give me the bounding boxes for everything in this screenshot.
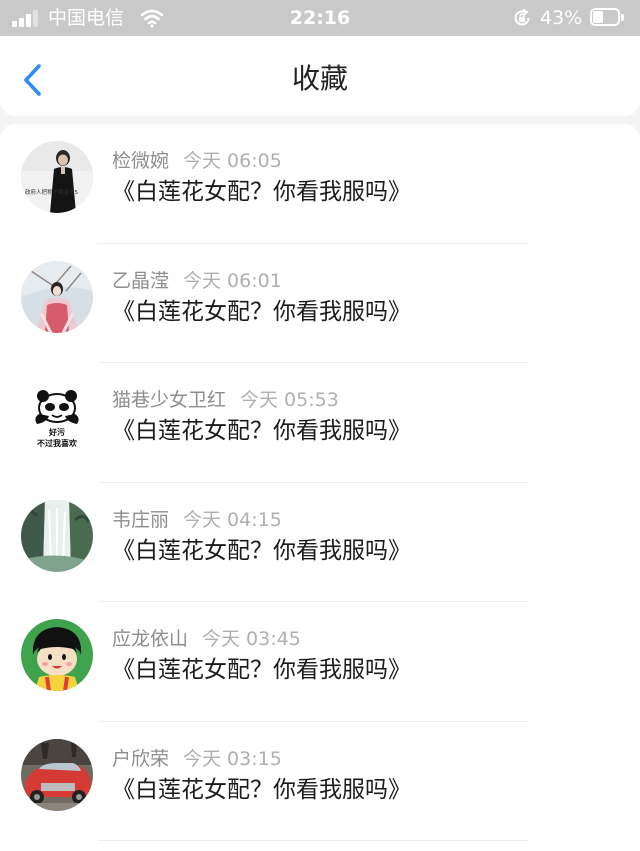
- item-meta: 乙晶滢 今天 06:01: [112, 268, 282, 294]
- divider: [98, 840, 528, 841]
- avatar[interactable]: [21, 619, 93, 691]
- rotation-lock-icon: [514, 8, 530, 26]
- avatar[interactable]: 政府人把称不晚金过5: [21, 141, 93, 213]
- list-item[interactable]: 应龙依山 今天 03:45 《白莲花女配？你看我服吗》: [0, 602, 640, 722]
- battery-percent: 43%: [540, 7, 583, 29]
- item-title[interactable]: 《白莲花女配？你看我服吗》: [112, 775, 411, 805]
- timestamp: 今天 06:05: [183, 150, 282, 172]
- timestamp: 今天 03:15: [183, 747, 282, 770]
- username: 检微婉: [112, 150, 170, 172]
- username: 韦庄丽: [112, 508, 170, 531]
- battery-icon: [590, 8, 626, 28]
- item-title[interactable]: 《白莲花女配？你看我服吗》: [112, 655, 411, 685]
- list-item[interactable]: 乙晶滢 今天 06:01 《白莲花女配？你看我服吗》: [0, 244, 640, 363]
- avatar[interactable]: [21, 260, 93, 333]
- username: 乙晶滢: [112, 269, 170, 292]
- battery-level-fill: [593, 11, 604, 23]
- list-item[interactable]: 政府人把称不晚金过5 检微婉 今天 06:05 《白莲花女配？你看我服吗》: [0, 124, 640, 244]
- username: 户欣荣: [112, 747, 170, 770]
- avatar[interactable]: 好污 不过我喜欢: [21, 380, 93, 452]
- item-meta: 韦庄丽 今天 04:15: [112, 507, 282, 533]
- nav-bar: 收藏: [0, 36, 640, 116]
- item-title[interactable]: 《白莲花女配？你看我服吗》: [112, 536, 411, 566]
- username: 猫巷少女卫红: [112, 389, 227, 411]
- timestamp: 今天 03:45: [202, 628, 301, 650]
- timestamp: 今天 05:53: [240, 389, 339, 411]
- item-title[interactable]: 《白莲花女配？你看我服吗》: [112, 177, 411, 207]
- avatar-caption: 政府人把称不晚金过5: [25, 188, 79, 196]
- avatar[interactable]: [21, 499, 93, 572]
- avatar[interactable]: [21, 738, 93, 811]
- avatar-caption: 不过我喜欢: [37, 438, 78, 448]
- timestamp: 今天 06:01: [183, 269, 282, 292]
- item-title[interactable]: 《白莲花女配？你看我服吗》: [112, 297, 411, 327]
- item-meta: 户欣荣 今天 03:15: [112, 746, 282, 772]
- timestamp: 今天 04:15: [183, 508, 282, 531]
- page-title: 收藏: [291, 62, 348, 95]
- username: 应龙依山: [112, 628, 189, 650]
- status-bar: 中国电信 22:16 43%: [0, 0, 640, 36]
- item-title[interactable]: 《白莲花女配？你看我服吗》: [112, 416, 411, 446]
- favorites-list: 政府人把称不晚金过5 检微婉 今天 06:05 《白莲花女配？你看我服吗》 乙晶滢…: [0, 124, 640, 851]
- list-item[interactable]: 韦庄丽 今天 04:15 《白莲花女配？你看我服吗》: [0, 483, 640, 602]
- list-item[interactable]: 户欣荣 今天 03:15 《白莲花女配？你看我服吗》: [0, 722, 640, 841]
- item-meta: 猫巷少女卫红 今天 05:53: [112, 387, 339, 413]
- item-meta: 检微婉 今天 06:05: [112, 148, 282, 174]
- item-meta: 应龙依山 今天 03:45: [112, 626, 301, 652]
- list-item[interactable]: 好污 不过我喜欢 猫巷少女卫红 今天 05:53 《白莲花女配？你看我服吗》: [0, 363, 640, 483]
- avatar-caption: 好污: [48, 427, 65, 437]
